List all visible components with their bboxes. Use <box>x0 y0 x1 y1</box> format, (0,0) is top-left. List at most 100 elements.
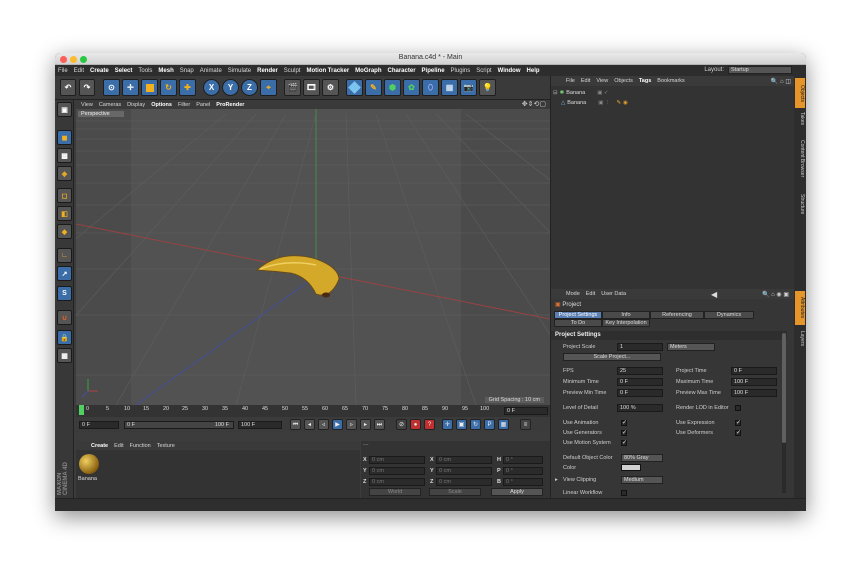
viewport-navigation-icons[interactable]: ✥⇕⟲▢ <box>522 100 546 108</box>
objects-menu-bookmarks[interactable]: Bookmarks <box>654 78 688 84</box>
tab-layers-vertical[interactable]: Layers <box>795 327 805 351</box>
move-icon[interactable]: ✛ <box>122 79 139 96</box>
preview-range-slider[interactable]: 0 F 100 F <box>124 421 234 429</box>
menu-animate[interactable]: Animate <box>197 68 225 74</box>
tab-takes-vertical[interactable]: Takes <box>795 110 805 128</box>
points-mode-icon[interactable]: ◻ <box>57 188 72 203</box>
floor-icon[interactable]: ▦ <box>441 79 458 96</box>
linear-workflow-checkbox[interactable] <box>621 490 627 496</box>
render-picture-viewer-icon[interactable]: 🎞 <box>303 79 320 96</box>
key-scale-icon[interactable]: ▣ <box>456 419 467 430</box>
fps-field[interactable]: 25 <box>617 367 663 375</box>
tab-referencing[interactable]: Referencing <box>650 311 704 319</box>
lod-field[interactable]: 100 % <box>617 404 663 412</box>
preview-min-field[interactable]: 0 F <box>617 389 663 397</box>
position-y-field[interactable]: 0 cm <box>369 466 425 475</box>
viewport-menu-display[interactable]: Display <box>124 102 148 108</box>
attr-menu-edit[interactable]: Edit <box>583 291 598 297</box>
project-time-field[interactable]: 0 F <box>731 367 777 375</box>
menu-mesh[interactable]: Mesh <box>155 68 176 74</box>
menu-select[interactable]: Select <box>112 68 136 74</box>
snapping-icon[interactable]: S <box>57 286 72 301</box>
previous-key-icon[interactable]: ◂ <box>304 419 315 430</box>
key-rotation-icon[interactable]: ↻ <box>470 419 481 430</box>
tab-content-browser-vertical[interactable]: Content Browser <box>795 130 805 188</box>
menu-motion-tracker[interactable]: Motion Tracker <box>303 68 352 74</box>
menu-character[interactable]: Character <box>385 68 419 74</box>
render-view-icon[interactable]: 🎬 <box>284 79 301 96</box>
min-time-field[interactable]: 0 F <box>617 378 663 386</box>
position-z-field[interactable]: 0 cm <box>369 477 425 486</box>
menu-plugins[interactable]: Plugins <box>448 68 474 74</box>
objects-menu-objects[interactable]: Objects <box>611 78 636 84</box>
key-parameter-icon[interactable]: P <box>484 419 495 430</box>
menu-snap[interactable]: Snap <box>177 68 197 74</box>
rotation-h-field[interactable]: 0 ° <box>503 455 543 464</box>
redo-icon[interactable]: ↷ <box>79 79 95 96</box>
viewport-menu-panel[interactable]: Panel <box>193 102 213 108</box>
cube-icon[interactable] <box>346 79 363 96</box>
end-frame-field[interactable]: 100 F <box>238 421 282 429</box>
attr-menu-user-data[interactable]: User Data <box>598 291 629 297</box>
back-arrow-icon[interactable]: ◀ <box>711 290 717 299</box>
menu-pipeline[interactable]: Pipeline <box>419 68 448 74</box>
make-editable-icon[interactable]: ▣ <box>57 102 72 117</box>
edges-mode-icon[interactable]: ◧ <box>57 206 72 221</box>
timeline-ruler[interactable]: 0 5 10 15 20 25 30 35 40 45 50 55 60 65 … <box>76 405 550 417</box>
next-frame-icon[interactable]: ▹ <box>346 419 357 430</box>
menu-simulate[interactable]: Simulate <box>225 68 254 74</box>
play-icon[interactable]: ▶ <box>332 419 343 430</box>
menu-sculpt[interactable]: Sculpt <box>281 68 304 74</box>
material-menu-create[interactable]: Create <box>88 443 111 449</box>
texture-mode-icon[interactable]: ▩ <box>57 148 72 163</box>
rotation-b-field[interactable]: 0 ° <box>503 477 543 486</box>
viewport-menu-cameras[interactable]: Cameras <box>96 102 124 108</box>
objects-menu-tags[interactable]: Tags <box>636 78 654 84</box>
size-x-field[interactable]: 0 cm <box>436 455 492 464</box>
model-mode-icon[interactable]: ◼ <box>57 130 72 145</box>
visibility-toggle-icon[interactable]: ▣ ✓ <box>597 90 608 96</box>
attr-menu-mode[interactable]: Mode <box>563 291 583 297</box>
start-frame-field[interactable]: 0 F <box>79 421 119 429</box>
layout-dropdown[interactable]: Startup <box>728 66 792 74</box>
go-to-end-icon[interactable]: ⏭ <box>374 419 385 430</box>
menu-tools[interactable]: Tools <box>135 68 155 74</box>
planar-workplane-icon[interactable]: ▦ <box>57 348 72 363</box>
subdivision-icon[interactable]: ⬢ <box>384 79 401 96</box>
object-row[interactable]: ⊟ ✱ Banana ▣ ✓ <box>553 88 609 97</box>
use-animation-checkbox[interactable]: ✓ <box>621 420 627 426</box>
menu-script[interactable]: Script <box>473 68 494 74</box>
preview-max-field[interactable]: 100 F <box>731 389 777 397</box>
menu-create[interactable]: Create <box>87 68 112 74</box>
current-frame-field[interactable]: 0 F <box>504 407 548 415</box>
array-icon[interactable]: ✿ <box>403 79 420 96</box>
color-swatch[interactable] <box>621 464 641 471</box>
playhead[interactable] <box>79 405 84 415</box>
attr-search-icon[interactable]: 🔍 ⌂ ◉ ▣ <box>762 291 789 298</box>
autokeying-icon[interactable]: ● <box>410 419 421 430</box>
undo-icon[interactable]: ↶ <box>60 79 76 96</box>
default-color-dropdown[interactable]: 80% Gray <box>621 454 663 462</box>
pen-icon[interactable]: ✎ <box>365 79 382 96</box>
menu-render[interactable]: Render <box>254 68 281 74</box>
tab-dynamics[interactable]: Dynamics <box>704 311 754 319</box>
menu-file[interactable]: File <box>55 68 71 74</box>
previous-frame-icon[interactable]: ◃ <box>318 419 329 430</box>
material-menu-edit[interactable]: Edit <box>111 443 126 449</box>
viewport-menu-options[interactable]: Options <box>148 102 175 108</box>
viewport-menu-view[interactable]: View <box>78 102 96 108</box>
rotation-p-field[interactable]: 0 ° <box>503 466 543 475</box>
x-axis-icon[interactable]: X <box>203 79 220 96</box>
view-clipping-dropdown[interactable]: Medium <box>621 476 663 484</box>
key-pla-icon[interactable]: ▦ <box>498 419 509 430</box>
material-menu-function[interactable]: Function <box>127 443 154 449</box>
use-deformers-checkbox[interactable]: ✓ <box>735 430 741 436</box>
size-z-field[interactable]: 0 cm <box>436 477 492 486</box>
use-motion-checkbox[interactable]: ✓ <box>621 440 627 446</box>
menu-help[interactable]: Help <box>524 68 543 74</box>
max-time-field[interactable]: 100 F <box>731 378 777 386</box>
tab-objects-vertical[interactable]: Objects <box>795 78 805 108</box>
polygons-mode-icon[interactable]: ◆ <box>57 224 72 239</box>
coordinate-mode-dropdown[interactable]: World <box>369 488 421 496</box>
menu-window[interactable]: Window <box>495 68 524 74</box>
